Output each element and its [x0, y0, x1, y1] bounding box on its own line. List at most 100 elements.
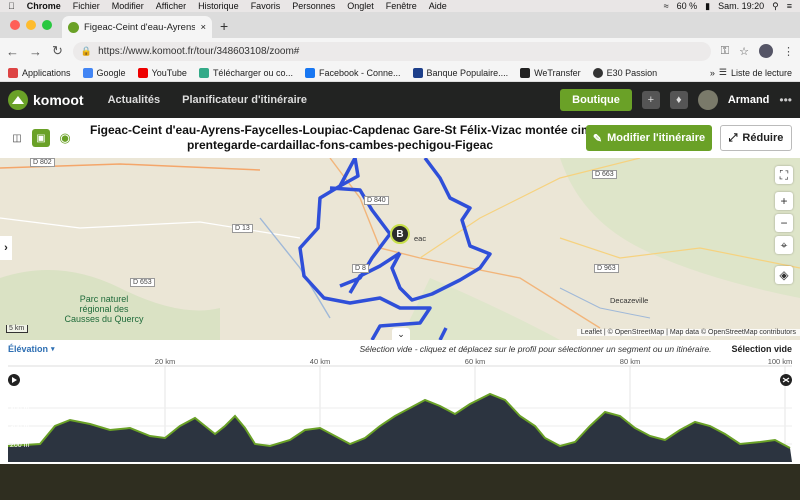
profile-avatar-icon[interactable] — [759, 44, 773, 58]
tour-header: ◫ ▣ ◉ Figeac-Ceint d'eau-Ayrens-Faycelle… — [0, 118, 800, 158]
bank-icon — [412, 67, 423, 78]
menu-fenetre[interactable]: Fenêtre — [386, 1, 417, 11]
more-menu-icon[interactable]: ⋮ — [783, 45, 794, 58]
apps-grid-icon — [8, 67, 18, 78]
menu-chrome[interactable]: Chrome — [27, 1, 61, 11]
x-tick-label: 80 km — [620, 357, 640, 366]
minimize-window-button[interactable] — [26, 20, 36, 30]
map-scale: 5 km — [6, 325, 28, 333]
park-label: Parc naturel régional des Causses du Que… — [64, 294, 144, 324]
elevation-dropdown[interactable]: Élévation — [8, 344, 48, 354]
waypoint-marker[interactable]: B — [390, 224, 410, 244]
back-arrow-icon[interactable]: ← — [6, 44, 19, 59]
sidebar-toggle-icon[interactable]: ◫ — [8, 129, 26, 147]
bookmark-e30-passion[interactable]: E30 Passion — [592, 67, 657, 78]
road-label: D 663 — [592, 170, 617, 179]
map-view[interactable]: D 802 D 840 D 13 D 653 D 8 D 663 D 963 e… — [0, 158, 800, 340]
chevron-down-icon[interactable]: ⌄ — [392, 328, 410, 340]
menu-favoris[interactable]: Favoris — [251, 1, 281, 11]
wifi-icon[interactable]: ≈ — [664, 1, 669, 11]
komoot-navbar: komoot Actualités Planificateur d'itinér… — [0, 82, 800, 118]
nav-planificateur[interactable]: Planificateur d'itinéraire — [182, 94, 307, 106]
locate-icon[interactable]: ⌖ — [775, 236, 793, 254]
layers-icon[interactable]: ◈ — [775, 266, 793, 284]
menu-onglet[interactable]: Onglet — [347, 1, 374, 11]
clock[interactable]: Sam. 19:20 — [718, 1, 764, 11]
browser-tabstrip: Figeac-Ceint d'eau-Ayrens-Fa × + — [0, 12, 800, 38]
x-tick-label: 40 km — [310, 357, 330, 366]
edit-route-button[interactable]: ✎ Modifier l'itinéraire — [586, 125, 712, 151]
chevron-down-icon[interactable]: ▾ — [51, 345, 55, 353]
komoot-logo[interactable]: komoot — [8, 90, 84, 110]
close-tab-icon[interactable]: × — [200, 22, 206, 33]
reduce-button[interactable]: ⤢ Réduire — [720, 125, 792, 151]
window-controls — [0, 20, 62, 38]
wetransfer-icon — [520, 67, 531, 78]
key-icon[interactable]: ⚿ — [721, 45, 729, 58]
user-name[interactable]: Armand — [728, 94, 770, 106]
apple-menu-icon[interactable]:  — [8, 1, 15, 11]
nav-actualites[interactable]: Actualités — [108, 94, 161, 106]
shop-button[interactable]: Boutique — [560, 89, 632, 111]
menu-personnes[interactable]: Personnes — [292, 1, 335, 11]
new-tab-button[interactable]: + — [212, 18, 236, 38]
bookmark-google[interactable]: Google — [82, 67, 126, 78]
bookmark-youtube[interactable]: YouTube — [137, 67, 187, 78]
globe-icon — [198, 67, 209, 78]
road-label: D 840 — [364, 196, 389, 205]
menu-afficher[interactable]: Afficher — [156, 1, 186, 11]
reading-list-icon[interactable]: ☰ — [719, 67, 727, 78]
road-label: D 802 — [30, 158, 55, 167]
expand-sidebar-icon[interactable]: › — [0, 236, 12, 260]
search-icon[interactable]: ⚲ — [772, 1, 779, 12]
place-label: eac — [414, 234, 427, 243]
map-attribution[interactable]: Leaflet | © OpenStreetMap | Map data © O… — [576, 329, 800, 336]
zoom-window-button[interactable] — [42, 20, 52, 30]
bookmark-facebook[interactable]: Facebook - Conne... — [304, 67, 401, 78]
elevation-profile-chart[interactable]: 20 km 40 km 60 km 80 km 100 km 400 m 300… — [0, 356, 800, 462]
more-bookmarks-button[interactable]: » — [710, 68, 715, 78]
bookmark-wetransfer[interactable]: WeTransfer — [520, 67, 581, 78]
reading-list-button[interactable]: Liste de lecture — [731, 68, 792, 78]
y-tick-label: 200 m — [10, 442, 30, 449]
bookmarks-bar: Applications Google YouTube Télécharger … — [0, 64, 800, 82]
selection-hint: Sélection vide - cliquez et déplacez sur… — [359, 344, 712, 354]
menu-aide[interactable]: Aide — [429, 1, 447, 11]
star-icon[interactable]: ☆ — [739, 45, 749, 58]
road-label: D 13 — [232, 224, 253, 233]
menu-fichier[interactable]: Fichier — [73, 1, 100, 11]
address-bar[interactable]: 🔒 https://www.komoot.fr/tour/348603108/z… — [72, 41, 711, 61]
more-options-icon[interactable]: ••• — [779, 93, 792, 107]
close-window-button[interactable] — [10, 20, 20, 30]
lock-icon[interactable]: 🔒 — [81, 46, 92, 57]
menu-modifier[interactable]: Modifier — [112, 1, 144, 11]
eye-icon[interactable]: ◉ — [56, 129, 74, 147]
collapse-icon: ⤢ — [728, 131, 738, 144]
youtube-icon — [137, 67, 148, 78]
road-label: D 8 — [352, 264, 369, 273]
menu-historique[interactable]: Historique — [198, 1, 239, 11]
x-tick-label: 100 km — [768, 357, 793, 366]
bookmark-applications[interactable]: Applications — [8, 67, 71, 78]
bmw-icon — [592, 67, 603, 78]
bookmark-telecharger[interactable]: Télécharger ou co... — [198, 67, 293, 78]
reload-icon[interactable]: ↻ — [52, 43, 63, 59]
forward-arrow-icon[interactable]: → — [29, 44, 42, 59]
bookmark-banque-populaire[interactable]: Banque Populaire.... — [412, 67, 508, 78]
battery-icon[interactable]: ▮ — [705, 1, 710, 12]
bell-icon[interactable]: ♦ — [669, 91, 688, 109]
page-background — [0, 464, 800, 500]
tour-title: Figeac-Ceint d'eau-Ayrens-Faycelles-Loup… — [90, 123, 590, 152]
zoom-out-button[interactable]: − — [775, 214, 793, 232]
avatar[interactable] — [697, 90, 718, 110]
zoom-in-button[interactable]: + — [775, 192, 793, 210]
split-view-icon[interactable]: ▣ — [32, 129, 50, 147]
fullscreen-icon[interactable]: ⛶ — [775, 166, 793, 184]
selection-status: Sélection vide — [731, 344, 792, 354]
google-icon — [82, 67, 93, 78]
control-center-icon[interactable]: ≡ — [787, 1, 792, 11]
road-label: D 653 — [130, 278, 155, 287]
browser-tab-komoot[interactable]: Figeac-Ceint d'eau-Ayrens-Fa × — [62, 16, 212, 38]
add-icon[interactable]: + — [641, 91, 660, 109]
place-label: Decazeville — [610, 296, 649, 305]
